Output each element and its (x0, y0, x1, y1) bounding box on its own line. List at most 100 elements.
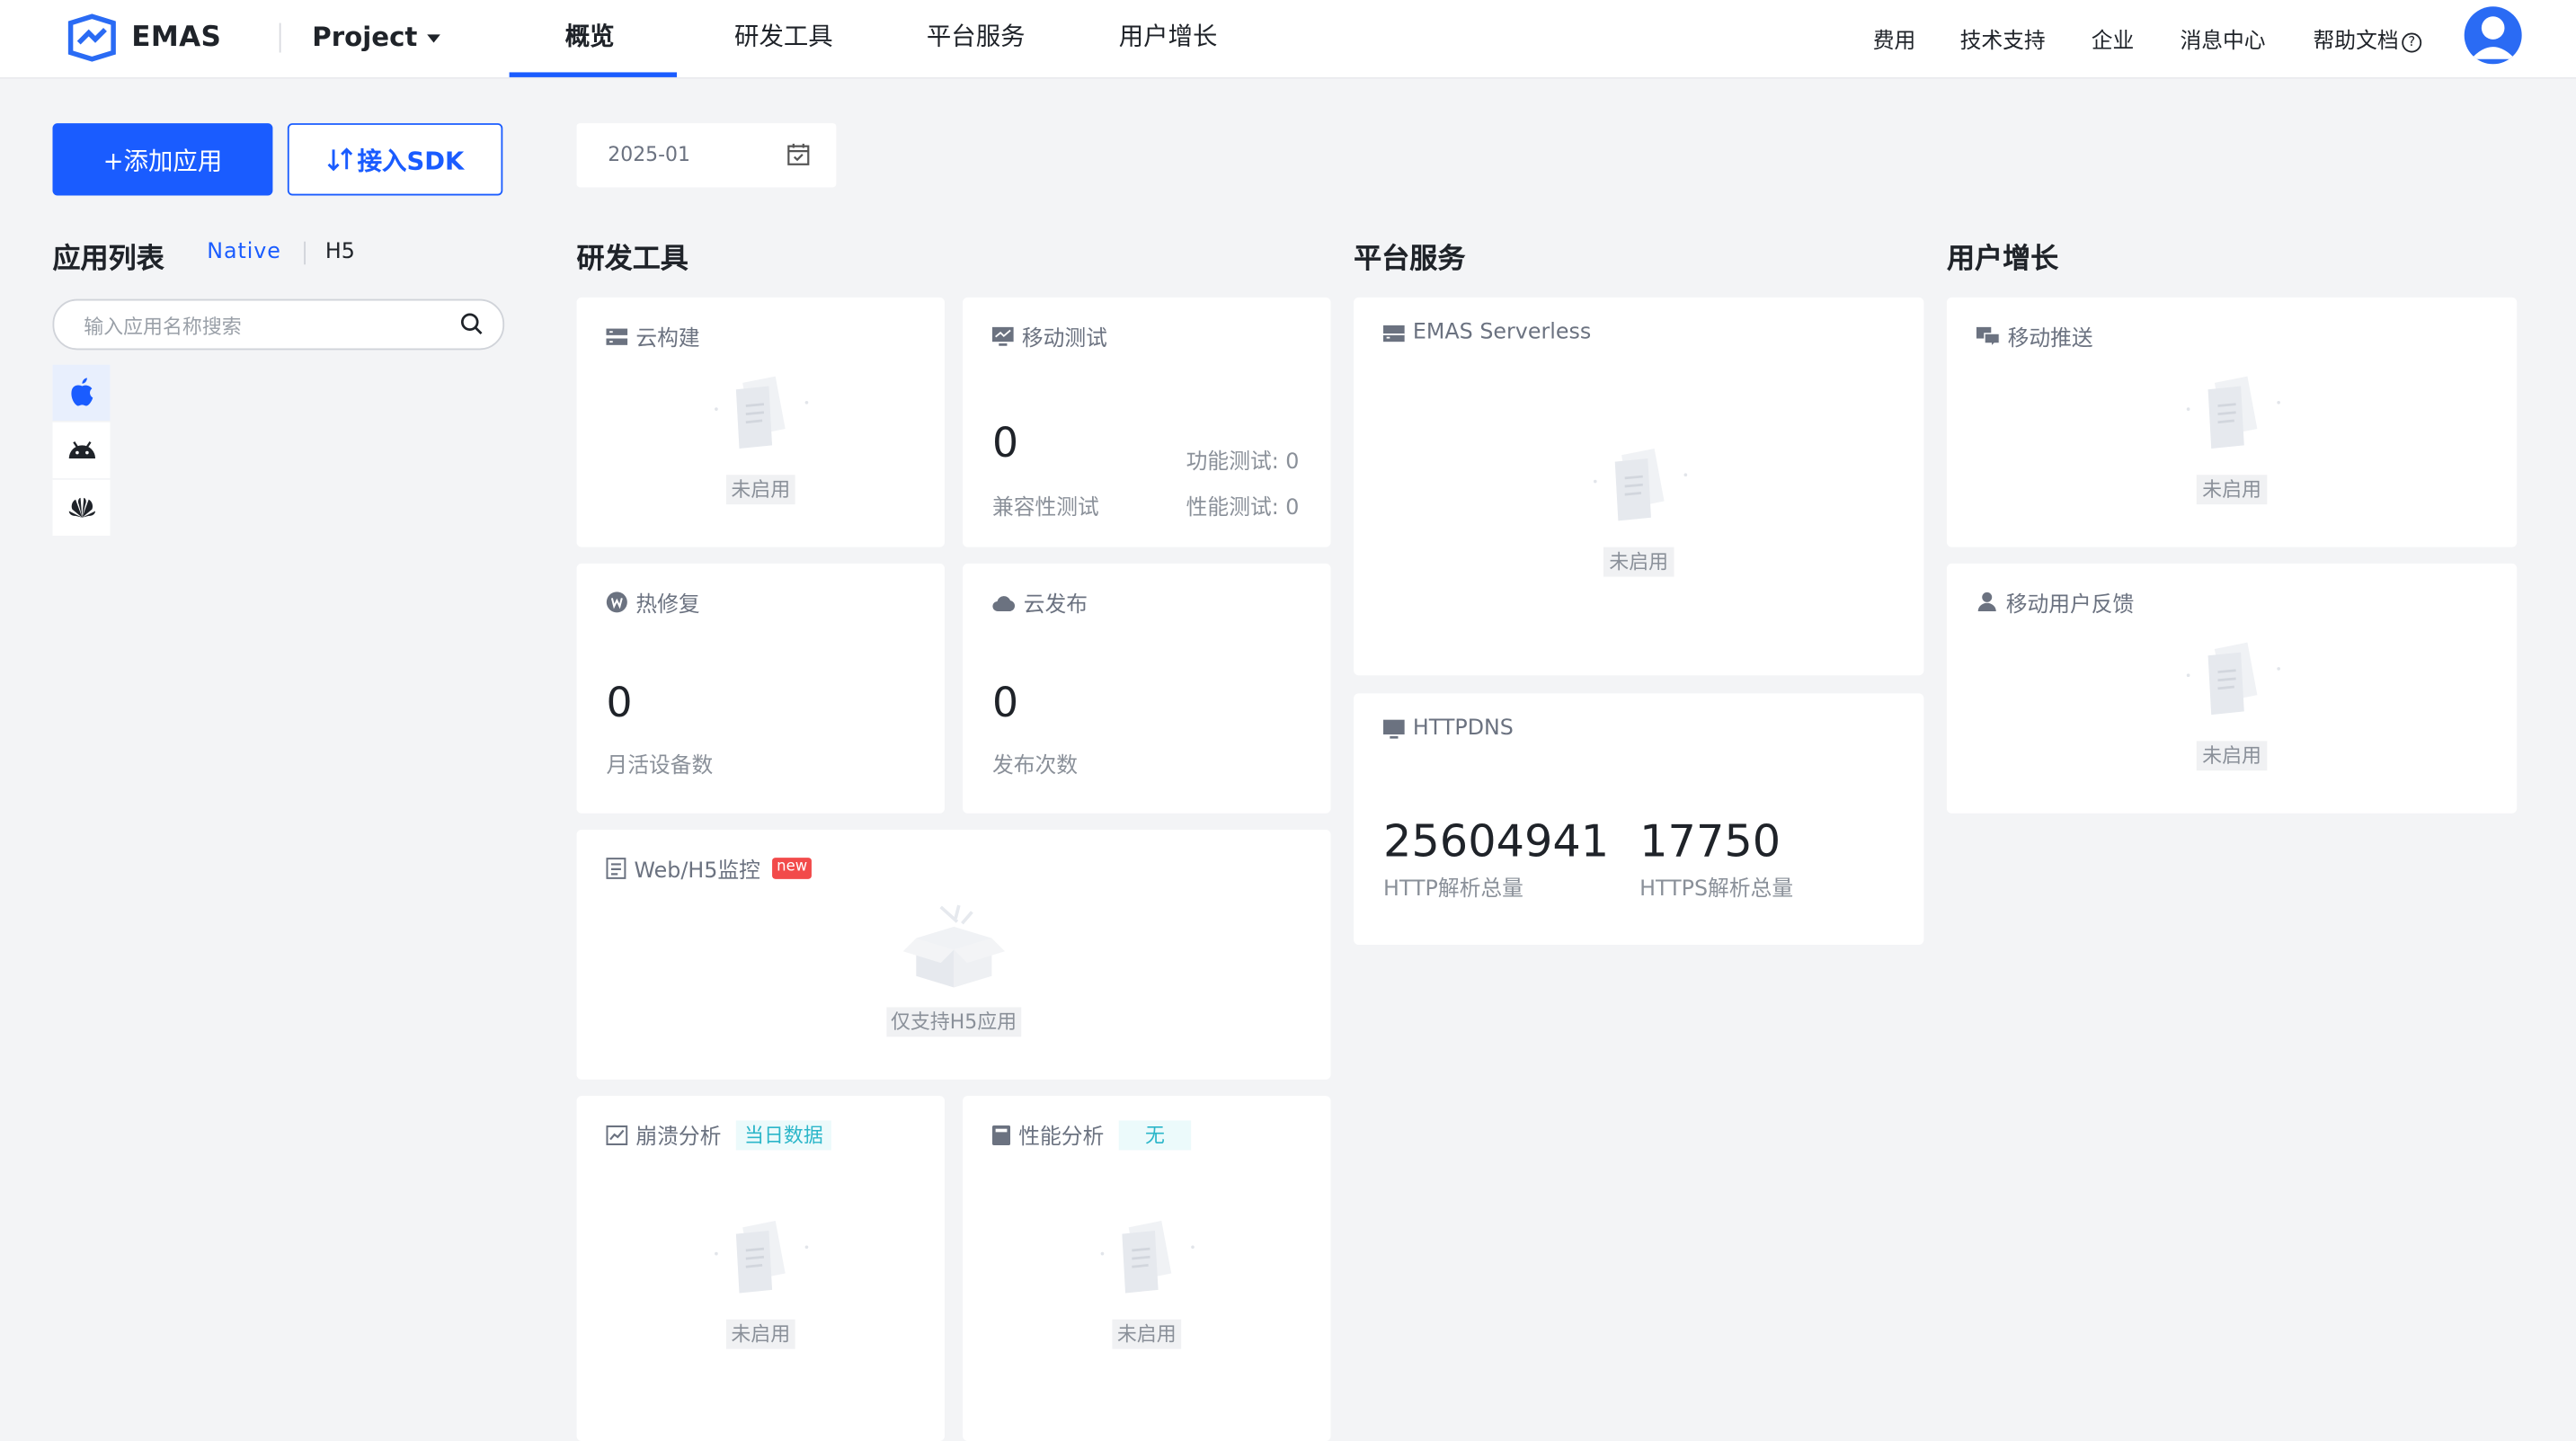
release-count-label: 发布次数 (991, 753, 1079, 779)
app-list-title: 应用列表 (52, 243, 164, 277)
status-tag: 未启用 (2197, 475, 2267, 505)
status-tag: 未启用 (725, 1319, 795, 1349)
user-avatar-icon (2471, 16, 2516, 59)
segment-divider (304, 241, 306, 265)
link-message-center[interactable]: 消息中心 (2180, 23, 2265, 55)
connect-sdk-label: 接入SDK (357, 145, 465, 175)
empty-box-icon (902, 904, 1005, 988)
huawei-icon (67, 497, 95, 518)
https-resolve-label: HTTPS解析总量 (1639, 877, 1794, 903)
page: EMAS Project 概览 研发工具 平台服务 用户增长 费用 技术支持 企… (0, 0, 2576, 1441)
status-tag: 未启用 (725, 475, 795, 505)
platform-android[interactable] (52, 422, 111, 478)
empty-state: 未启用 (708, 1217, 813, 1349)
card-title: 云构建 (635, 326, 700, 352)
tab-user-growth[interactable]: 用户增长 (1119, 18, 1218, 52)
document-icon (606, 858, 626, 879)
link-enterprise[interactable]: 企业 (2092, 23, 2135, 55)
link-help-docs[interactable]: 帮助文档? (2314, 23, 2422, 55)
chart-icon (606, 1125, 628, 1145)
empty-document-icon (715, 1221, 809, 1294)
card-cloud-release[interactable]: 云发布 0 发布次数 (963, 563, 1331, 814)
swap-icon (326, 147, 352, 172)
chat-icon (1976, 325, 2000, 346)
active-tab-indicator (509, 72, 678, 77)
card-web-h5-monitor[interactable]: Web/H5监控 new 仅支持H5应用 (576, 830, 1331, 1080)
server-icon (1383, 324, 1405, 342)
card-title: 崩溃分析 (635, 1125, 722, 1151)
emas-logo[interactable]: EMAS (66, 13, 221, 63)
segment-native[interactable]: Native (207, 240, 280, 264)
platform-harmony[interactable] (52, 479, 111, 536)
card-title: 移动用户反馈 (2005, 592, 2135, 618)
card-crash-analysis[interactable]: 崩溃分析 当日数据 未启用 (576, 1096, 945, 1441)
card-cloud-build[interactable]: 云构建 未启用 (576, 297, 945, 547)
func-test-count: 功能测试: 0 (1186, 449, 1300, 476)
calendar-icon (787, 143, 810, 165)
app-search-input[interactable]: 输入应用名称搜索 (52, 298, 505, 351)
connect-sdk-button[interactable]: 接入SDK (287, 123, 503, 196)
project-label: Project (312, 21, 418, 53)
tab-platform-services[interactable]: 平台服务 (927, 18, 1026, 52)
month-picker[interactable]: 2025-01 (576, 123, 837, 188)
top-header: EMAS Project 概览 研发工具 平台服务 用户增长 费用 技术支持 企… (0, 0, 2576, 79)
month-value: 2025-01 (608, 143, 690, 166)
book-icon (991, 1125, 1011, 1145)
release-count: 0 (991, 678, 1019, 726)
http-resolve-label: HTTP解析总量 (1383, 877, 1523, 903)
link-billing[interactable]: 费用 (1873, 23, 1916, 55)
card-title: 云发布 (1023, 592, 1088, 618)
status-tag: 未启用 (1603, 547, 1674, 577)
card-hotfix[interactable]: 热修复 0 月活设备数 (576, 563, 945, 814)
empty-state: 未启用 (2180, 639, 2285, 771)
card-serverless[interactable]: EMAS Serverless 未启用 (1354, 297, 1924, 676)
search-placeholder: 输入应用名称搜索 (84, 315, 242, 339)
tab-overview[interactable]: 概览 (565, 18, 615, 52)
card-mobile-test[interactable]: 移动测试 0 兼容性测试 功能测试: 0 性能测试: 0 (963, 297, 1331, 547)
segment-h5[interactable]: H5 (325, 240, 355, 264)
add-app-button[interactable]: +添加应用 (52, 123, 273, 196)
apple-icon (70, 378, 93, 406)
hotfix-icon (606, 592, 627, 613)
compat-test-label: 兼容性测试 (991, 495, 1099, 521)
platform-ios[interactable] (52, 364, 111, 421)
card-header: Web/H5监控 new (606, 853, 813, 885)
empty-document-icon (715, 376, 809, 449)
new-badge: new (771, 858, 813, 879)
card-httpdns[interactable]: HTTPDNS 25604941 HTTP解析总量 17750 HTTPS解析总… (1354, 693, 1924, 945)
header-divider (279, 22, 281, 53)
emas-logo-icon (67, 13, 116, 62)
card-header: 崩溃分析 当日数据 (606, 1119, 831, 1151)
card-header: 云构建 (606, 320, 700, 352)
empty-state: 仅支持H5应用 (885, 902, 1022, 1037)
project-selector[interactable]: Project (312, 21, 440, 53)
http-resolve-total: 25604941 (1383, 816, 1610, 868)
user-feedback-icon (1977, 592, 1996, 611)
mau-device-label: 月活设备数 (606, 753, 714, 779)
avatar[interactable] (2464, 6, 2522, 65)
card-header: 云发布 (992, 587, 1088, 618)
card-title: HTTPDNS (1412, 716, 1514, 742)
card-title: Web/H5监控 (634, 858, 760, 885)
link-support[interactable]: 技术支持 (1960, 23, 2046, 55)
card-header: 热修复 (606, 587, 700, 618)
status-tag: 未启用 (2197, 741, 2267, 771)
card-title: 移动推送 (2007, 326, 2093, 352)
https-resolve-total: 17750 (1639, 816, 1781, 868)
card-header: 移动推送 (1976, 320, 2093, 351)
search-icon[interactable] (460, 312, 484, 335)
card-title: EMAS Serverless (1412, 320, 1592, 345)
compat-test-count: 0 (991, 419, 1019, 467)
tab-dev-tools[interactable]: 研发工具 (734, 18, 833, 52)
empty-document-icon (2185, 642, 2280, 716)
cloud-icon (992, 595, 1016, 611)
data-scope-badge: 当日数据 (735, 1119, 831, 1150)
card-title: 性能分析 (1018, 1125, 1105, 1151)
card-mobile-push[interactable]: 移动推送 未启用 (1946, 297, 2518, 547)
empty-document-icon (1593, 448, 1687, 521)
card-user-feedback[interactable]: 移动用户反馈 未启用 (1946, 563, 2518, 814)
card-title: 热修复 (635, 592, 700, 618)
brand-name: EMAS (131, 21, 222, 55)
status-tag: 未启用 (1112, 1319, 1182, 1349)
card-performance-analysis[interactable]: 性能分析 无 未启用 (963, 1096, 1331, 1441)
